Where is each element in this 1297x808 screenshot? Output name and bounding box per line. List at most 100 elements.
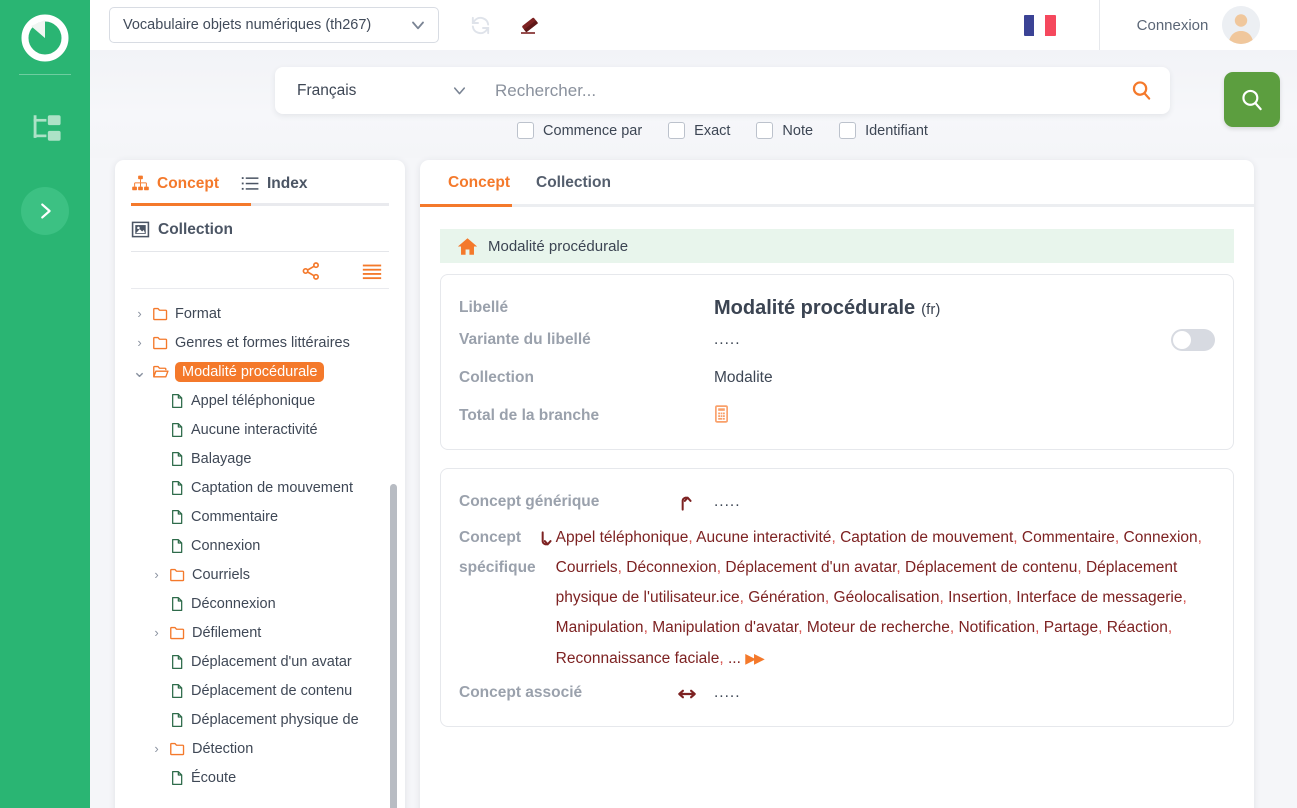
checkbox-box[interactable]	[668, 122, 686, 139]
document-icon	[172, 596, 183, 611]
narrower-concept-link[interactable]: Déplacement de contenu	[905, 559, 1077, 576]
tree-node[interactable]: ›Déplacement physique de	[133, 705, 405, 734]
narrower-concept-link[interactable]: Déplacement d'un avatar	[725, 559, 896, 576]
tab-collection-tree[interactable]: Collection	[115, 206, 405, 251]
narrower-concept-link[interactable]: Captation de mouvement	[840, 529, 1013, 546]
detail-toggle[interactable]	[1171, 329, 1215, 351]
narrower-concept-link[interactable]: Aucune interactivité	[696, 529, 831, 546]
narrower-concept-link[interactable]: Manipulation	[556, 619, 644, 636]
tree-node[interactable]: ›Déplacement d'un avatar	[133, 647, 405, 676]
tree-node[interactable]: › Genres et formes littéraires	[133, 328, 405, 357]
separator: ,	[1007, 589, 1017, 606]
narrower-concept-link[interactable]: Notification	[958, 619, 1035, 636]
search-option-label: Commence par	[543, 122, 643, 139]
tree-node[interactable]: › Format	[133, 299, 405, 328]
relation-related-key: Concept associé	[459, 684, 583, 701]
search-option-exact[interactable]: Exact	[668, 122, 730, 139]
search-option-commence-par[interactable]: Commence par	[517, 122, 642, 139]
refresh-button[interactable]	[469, 14, 492, 37]
separator: ,	[1182, 589, 1187, 606]
separator: ,	[739, 589, 749, 606]
tree-node[interactable]: › Détection	[133, 734, 405, 763]
tab-concept[interactable]: Concept	[131, 174, 219, 203]
tree-node[interactable]: ›Déplacement de contenu	[133, 676, 405, 705]
chevron-right-icon[interactable]: ›	[150, 625, 163, 640]
hamburger-menu-icon[interactable]	[361, 260, 383, 282]
tree-node[interactable]: ›Déconnexion	[133, 589, 405, 618]
chevron-down-icon[interactable]: ⌄	[132, 363, 146, 380]
chevron-right-icon[interactable]: ›	[133, 306, 146, 321]
double-chevron-right-icon[interactable]: ▶▶	[745, 650, 764, 666]
expand-sidebar-button[interactable]	[21, 187, 69, 235]
search-zone: Français Commence par Exact Note Identif	[90, 50, 1297, 158]
narrower-concept-link[interactable]: Courriels	[556, 559, 618, 576]
login-button[interactable]: Connexion	[1100, 0, 1297, 50]
separator: ,	[831, 529, 841, 546]
thesaurus-selector[interactable]: Vocabulaire objets numériques (th267)	[109, 7, 439, 43]
checkbox-box[interactable]	[839, 122, 857, 139]
clear-button[interactable]	[518, 13, 542, 37]
separator: ,	[896, 559, 906, 576]
tree-node[interactable]: ›Appel téléphonique	[133, 386, 405, 415]
narrower-concept-link[interactable]: Partage	[1044, 619, 1098, 636]
chevron-down-icon	[412, 21, 424, 30]
concept-tree[interactable]: › Format › Genres et formes littéraires ⌄ Mod…	[115, 299, 405, 799]
detail-collection-value[interactable]: Modalite	[714, 363, 1213, 393]
checkbox-box[interactable]	[517, 122, 535, 139]
relation-narrower-values[interactable]: Appel téléphonique, Aucune interactivité…	[556, 523, 1213, 674]
narrower-concept-link[interactable]: Génération	[748, 589, 825, 606]
language-flag-button[interactable]	[980, 0, 1100, 50]
search-input[interactable]	[487, 67, 1112, 114]
narrower-concept-link[interactable]: Reconnaissance faciale	[556, 650, 720, 667]
narrower-concept-link[interactable]: Interface de messagerie	[1016, 589, 1182, 606]
tree-node[interactable]: ›Connexion	[133, 531, 405, 560]
calculator-icon[interactable]	[714, 403, 732, 425]
tree-tab-underline	[131, 203, 389, 206]
narrower-concept-link[interactable]: Appel téléphonique	[556, 529, 689, 546]
tree-node[interactable]: › Défilement	[133, 618, 405, 647]
tree-node[interactable]: ›Captation de mouvement	[133, 473, 405, 502]
tree-node[interactable]: ›Balayage	[133, 444, 405, 473]
search-option-identifiant[interactable]: Identifiant	[839, 122, 928, 139]
document-icon	[172, 538, 183, 553]
relation-broader-value: .....	[714, 493, 741, 510]
narrower-concept-link[interactable]: Moteur de recherche	[807, 619, 950, 636]
chevron-right-icon[interactable]: ›	[150, 567, 163, 582]
narrower-concept-link[interactable]: Connexion	[1124, 529, 1198, 546]
tree-scrollbar[interactable]	[390, 484, 397, 808]
narrower-concept-link[interactable]: Manipulation d'avatar	[652, 619, 798, 636]
tree-node[interactable]: ›Aucune interactivité	[133, 415, 405, 444]
document-icon	[172, 654, 183, 669]
tree-node[interactable]: ⌄ Modalité procédurale	[132, 357, 405, 386]
app-logo-icon[interactable]	[21, 14, 69, 62]
checkbox-box[interactable]	[756, 122, 774, 139]
search-language-selector[interactable]: Français	[275, 67, 487, 114]
primary-search-button[interactable]	[1224, 72, 1280, 127]
search-submit-button[interactable]	[1112, 79, 1170, 102]
chevron-right-icon[interactable]: ›	[133, 335, 146, 350]
tree-node[interactable]: ›Commentaire	[133, 502, 405, 531]
narrower-concept-link[interactable]: Insertion	[948, 589, 1007, 606]
separator: ,	[1013, 529, 1022, 546]
main-tab-underline	[420, 204, 1254, 207]
tab-index[interactable]: Index	[241, 174, 307, 203]
tree-node-label: Déplacement physique de	[191, 711, 359, 728]
narrower-concept-link[interactable]: Réaction	[1107, 619, 1168, 636]
narrower-concept-link[interactable]: Géolocalisation	[834, 589, 940, 606]
separator: ,	[1098, 619, 1107, 636]
narrower-concept-link[interactable]: Commentaire	[1022, 529, 1115, 546]
tree-node-label: Déconnexion	[191, 595, 276, 612]
sitemap-tree-icon[interactable]	[28, 111, 62, 145]
tree-node-label: Balayage	[191, 450, 252, 467]
home-icon[interactable]	[457, 236, 478, 257]
share-icon[interactable]	[301, 261, 321, 281]
breadcrumb-label: Modalité procédurale	[488, 237, 629, 255]
search-option-note[interactable]: Note	[756, 122, 813, 139]
relation-row-related: Concept associé .....	[459, 678, 1213, 708]
tree-node[interactable]: › Courriels	[133, 560, 405, 589]
chevron-right-icon[interactable]: ›	[150, 741, 163, 756]
main-tab-concept[interactable]: Concept	[440, 174, 518, 204]
narrower-concept-link[interactable]: Déconnexion	[626, 559, 716, 576]
tree-node[interactable]: ›Écoute	[133, 763, 405, 792]
main-tab-collection[interactable]: Collection	[528, 174, 619, 204]
